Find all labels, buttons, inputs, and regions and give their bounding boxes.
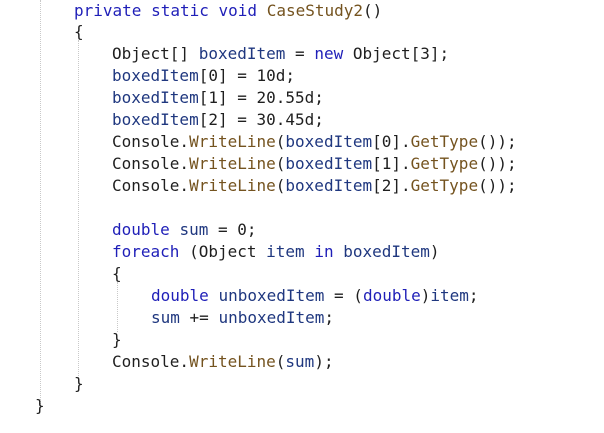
indent-guide — [40, 0, 41, 404]
indent-guide — [78, 40, 79, 380]
code-token: unboxedItem — [218, 286, 325, 305]
code-token: [2]. — [372, 176, 411, 195]
code-token: += — [179, 308, 219, 327]
code-token: boxedItem — [112, 88, 199, 107]
code-token: ()); — [478, 132, 517, 151]
code-token: boxedItem — [198, 44, 286, 63]
code-token: ( — [275, 176, 286, 195]
code-token: static — [151, 1, 209, 20]
code-token: ; — [468, 286, 479, 305]
code-line[interactable]: } — [112, 329, 122, 351]
code-line[interactable]: sum += unboxedItem; — [151, 307, 334, 329]
code-editor[interactable]: private static void CaseStudy2(){Object[… — [0, 0, 604, 433]
code-token: = 0; — [208, 220, 257, 239]
code-token: ( — [275, 352, 286, 371]
code-token: () — [363, 1, 383, 20]
code-line[interactable]: } — [74, 373, 84, 395]
code-token: Object[3]; — [343, 44, 450, 63]
code-token: double — [151, 286, 209, 305]
code-token: ( — [275, 154, 286, 173]
code-token: unboxedItem — [218, 308, 325, 327]
code-token: GetType — [410, 176, 479, 195]
code-line[interactable]: double unboxedItem = (double)item; — [151, 285, 479, 307]
code-token: ; — [324, 308, 335, 327]
code-token: = ( — [324, 286, 363, 305]
code-token: WriteLine — [189, 176, 276, 195]
code-token: sum — [179, 220, 209, 239]
code-line[interactable]: boxedItem[2] = 30.45d; — [112, 109, 324, 131]
code-token: = — [285, 44, 315, 63]
code-token: } — [35, 396, 45, 415]
code-token: boxedItem — [285, 154, 373, 173]
code-token: boxedItem — [112, 110, 199, 129]
code-token: ); — [314, 352, 334, 371]
code-token: { — [74, 22, 84, 41]
code-token: } — [74, 374, 84, 393]
code-token: Console. — [112, 132, 190, 151]
code-token: GetType — [410, 132, 479, 151]
code-token: sum — [151, 308, 180, 327]
code-token: Object[] — [112, 44, 199, 63]
code-token: item — [430, 286, 469, 305]
code-token: [1] = 20.55d; — [198, 88, 324, 107]
code-line[interactable]: double sum = 0; — [112, 219, 257, 241]
code-token: new — [314, 44, 344, 63]
code-token: CaseStudy2 — [266, 1, 364, 20]
code-token: Console. — [112, 154, 190, 173]
code-token: sum — [285, 352, 315, 371]
code-line[interactable]: Console.WriteLine(boxedItem[0].GetType()… — [112, 131, 517, 153]
code-token: in — [314, 242, 334, 261]
code-line[interactable]: private static void CaseStudy2() — [74, 0, 382, 22]
code-token: WriteLine — [189, 352, 276, 371]
code-token: ) — [420, 286, 431, 305]
code-token: void — [218, 1, 258, 20]
code-token: boxedItem — [285, 176, 373, 195]
code-line[interactable]: boxedItem[1] = 20.55d; — [112, 87, 324, 109]
code-token: (Object — [179, 242, 267, 261]
code-token: [1]. — [372, 154, 411, 173]
code-line[interactable]: } — [35, 395, 45, 417]
code-token: ) — [429, 242, 440, 261]
code-line[interactable]: Console.WriteLine(boxedItem[2].GetType()… — [112, 175, 517, 197]
code-line[interactable]: Object[] boxedItem = new Object[3]; — [112, 43, 449, 65]
code-token: Console. — [112, 352, 190, 371]
code-token: ()); — [478, 176, 517, 195]
code-token: ( — [275, 132, 286, 151]
code-line[interactable]: { — [112, 263, 122, 285]
code-token: [0] = 10d; — [198, 66, 296, 85]
code-token: double — [362, 286, 421, 305]
code-token: { — [112, 264, 122, 283]
code-line[interactable]: foreach (Object item in boxedItem) — [112, 241, 440, 263]
code-token: } — [112, 330, 122, 349]
indent-guide — [117, 282, 118, 332]
code-token: foreach — [112, 242, 180, 261]
code-token: Console. — [112, 176, 190, 195]
code-line[interactable]: Console.WriteLine(sum); — [112, 351, 334, 373]
code-token: [0]. — [372, 132, 411, 151]
code-line[interactable]: Console.WriteLine(boxedItem[1].GetType()… — [112, 153, 517, 175]
code-token: WriteLine — [189, 132, 276, 151]
code-token: [2] = 30.45d; — [198, 110, 324, 129]
code-token: item — [266, 242, 305, 261]
code-line[interactable]: boxedItem[0] = 10d; — [112, 65, 295, 87]
code-token: GetType — [410, 154, 479, 173]
code-token: private — [74, 1, 142, 20]
code-line[interactable]: { — [74, 21, 84, 43]
code-token: boxedItem — [343, 242, 430, 261]
code-token: boxedItem — [285, 132, 373, 151]
code-token: WriteLine — [189, 154, 276, 173]
code-token: boxedItem — [112, 66, 199, 85]
code-token: ()); — [478, 154, 517, 173]
code-token: double — [112, 220, 170, 239]
